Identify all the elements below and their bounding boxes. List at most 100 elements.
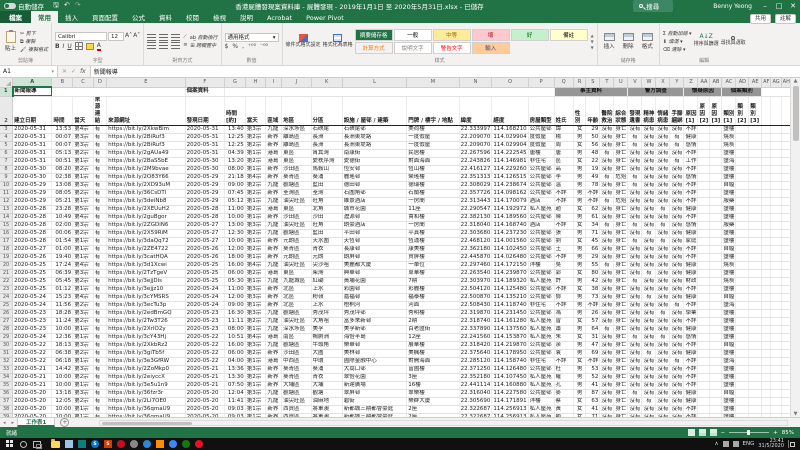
- task-view-icon[interactable]: [33, 441, 41, 448]
- grid-cell[interactable]: 翠怡花園: [342, 373, 406, 381]
- grid-cell[interactable]: 2020-05-24: [185, 301, 224, 309]
- grid-cell[interactable]: 2020-05-30: [13, 173, 52, 181]
- grid-cell[interactable]: 男: [573, 365, 585, 373]
- grid-cell[interactable]: 服藥: [722, 197, 736, 205]
- grid-cell[interactable]: 墮樓: [722, 189, 736, 197]
- grid-cell[interactable]: 美麗都大廈: [342, 261, 406, 269]
- grid-cell[interactable]: [771, 165, 781, 173]
- grid-cell[interactable]: 有: [93, 229, 106, 237]
- grid-cell[interactable]: [698, 269, 710, 277]
- grid-cell[interactable]: 沒有: [628, 229, 642, 237]
- grid-cell[interactable]: 沒有: [642, 165, 656, 173]
- grid-cell[interactable]: 06:18: [52, 357, 73, 365]
- grid-cell[interactable]: 第3宗: [245, 389, 266, 397]
- row-header[interactable]: 20: [0, 261, 13, 269]
- grid-cell[interactable]: 有: [93, 341, 106, 349]
- grid-cell[interactable]: 10:49: [52, 213, 73, 221]
- grid-cell[interactable]: 身亡: [614, 237, 628, 245]
- grid-cell[interactable]: 05:45: [52, 277, 73, 285]
- grid-cell[interactable]: 12:05: [52, 397, 73, 405]
- grid-cell[interactable]: [749, 205, 762, 213]
- orientation-icon[interactable]: ⟋: [183, 34, 187, 40]
- grid-cell[interactable]: 2020-05-24: [13, 293, 52, 301]
- grid-cell[interactable]: [736, 341, 749, 349]
- grid-cell[interactable]: 紅磡: [311, 277, 342, 285]
- grid-cell[interactable]: 第1宗: [73, 157, 94, 165]
- grid-cell[interactable]: 第2宗: [245, 205, 266, 213]
- grid-cell[interactable]: 墮樓: [722, 253, 736, 261]
- grid-cell[interactable]: [710, 277, 722, 285]
- grid-cell[interactable]: 墮海: [722, 357, 736, 365]
- grid-cell[interactable]: 青衣: [311, 373, 342, 381]
- grid-cell[interactable]: 馮: [554, 309, 573, 317]
- grid-cell[interactable]: [749, 285, 762, 293]
- cell-style-chip[interactable]: 計算方式: [355, 42, 393, 54]
- grid-cell[interactable]: 沒有: [656, 213, 670, 221]
- app-icon-multicolor[interactable]: [195, 440, 203, 448]
- scroll-up-icon[interactable]: ▲: [794, 78, 798, 84]
- grid-cell[interactable]: 沒有: [628, 253, 642, 261]
- grid-cell[interactable]: 元朗區: [282, 237, 311, 245]
- grid-cell[interactable]: 沒有: [670, 397, 684, 405]
- grid-cell[interactable]: [710, 141, 722, 149]
- grid-cell[interactable]: 有: [642, 349, 656, 357]
- tab-校閱[interactable]: 校閱: [179, 11, 206, 23]
- grid-cell[interactable]: 沒有: [670, 189, 684, 197]
- app-icon-green-circle[interactable]: [182, 440, 190, 448]
- grid-cell[interactable]: 沒有: [656, 293, 670, 301]
- grid-cell[interactable]: 第3宗: [73, 389, 94, 397]
- grid-cell[interactable]: 114.171891: [492, 397, 528, 405]
- grid-cell[interactable]: 健康: [684, 269, 698, 277]
- grid-cell[interactable]: 墮樓: [722, 317, 736, 325]
- grid-cell[interactable]: [710, 317, 722, 325]
- grid-cell[interactable]: 沒有: [656, 357, 670, 365]
- grid-cell[interactable]: 九龍: [266, 317, 282, 325]
- grid-cell[interactable]: 2020-05-23: [13, 325, 52, 333]
- grid-cell[interactable]: 57: [586, 317, 600, 325]
- grid-cell[interactable]: 08:05: [52, 189, 73, 197]
- grid-cell[interactable]: 私人屋苑: [528, 317, 554, 325]
- grid-cell[interactable]: [771, 237, 781, 245]
- grid-cell[interactable]: 第1宗: [245, 253, 266, 261]
- grid-cell[interactable]: 114.125480: [492, 285, 528, 293]
- row-header[interactable]: 4: [0, 133, 13, 141]
- grid-cell[interactable]: [698, 229, 710, 237]
- grid-cell[interactable]: 64: [586, 325, 600, 333]
- grid-cell[interactable]: 沒有: [600, 389, 614, 397]
- grid-cell[interactable]: 114.239870: [492, 269, 528, 277]
- grid-cell[interactable]: 22.445870: [459, 253, 492, 261]
- grid-cell[interactable]: 國際金融中心: [342, 357, 406, 365]
- field-header-cell[interactable]: 原因 [2]: [698, 96, 710, 125]
- grid-cell[interactable]: 身亡: [614, 381, 628, 389]
- grid-cell[interactable]: 新界: [266, 253, 282, 261]
- grid-cell[interactable]: [736, 413, 749, 417]
- grid-cell[interactable]: https://bit.ly/2BiRuf3: [107, 141, 185, 149]
- grid-cell[interactable]: [698, 285, 710, 293]
- grid-cell[interactable]: 深水埗區: [282, 125, 311, 133]
- grid-cell[interactable]: 元朗區: [282, 253, 311, 261]
- grid-cell[interactable]: [710, 333, 722, 341]
- grid-cell[interactable]: [762, 293, 771, 301]
- grid-cell[interactable]: 2020-05-31: [185, 149, 224, 157]
- row-header[interactable]: 29: [0, 333, 13, 341]
- grid-cell[interactable]: 公共屋邨: [528, 165, 554, 173]
- field-header-cell[interactable]: 性別: [573, 96, 585, 125]
- find-select-button[interactable]: 尋找與選取: [721, 25, 746, 57]
- grid-cell[interactable]: 沒有: [670, 213, 684, 221]
- column-header-J[interactable]: J: [282, 78, 311, 87]
- field-header-cell[interactable]: 當天: [73, 96, 94, 125]
- grid-cell[interactable]: 34: [586, 221, 600, 229]
- grid-cell[interactable]: 男: [573, 293, 585, 301]
- grid-cell[interactable]: 2020-05-29: [13, 181, 52, 189]
- grid-cell[interactable]: 78: [586, 181, 600, 189]
- search-circle-icon[interactable]: [20, 441, 27, 448]
- grid-cell[interactable]: [749, 397, 762, 405]
- grid-cell[interactable]: 身亡: [614, 405, 628, 413]
- grid-cell[interactable]: 朗屏邨: [342, 253, 406, 261]
- grid-cell[interactable]: 11:00: [225, 285, 246, 293]
- grid-cell[interactable]: 沒有: [670, 237, 684, 245]
- grid-cell[interactable]: 沒有: [670, 285, 684, 293]
- grid-cell[interactable]: 05:12: [225, 197, 246, 205]
- grid-cell[interactable]: 114.227580: [492, 389, 528, 397]
- grid-cell[interactable]: 男: [573, 189, 585, 197]
